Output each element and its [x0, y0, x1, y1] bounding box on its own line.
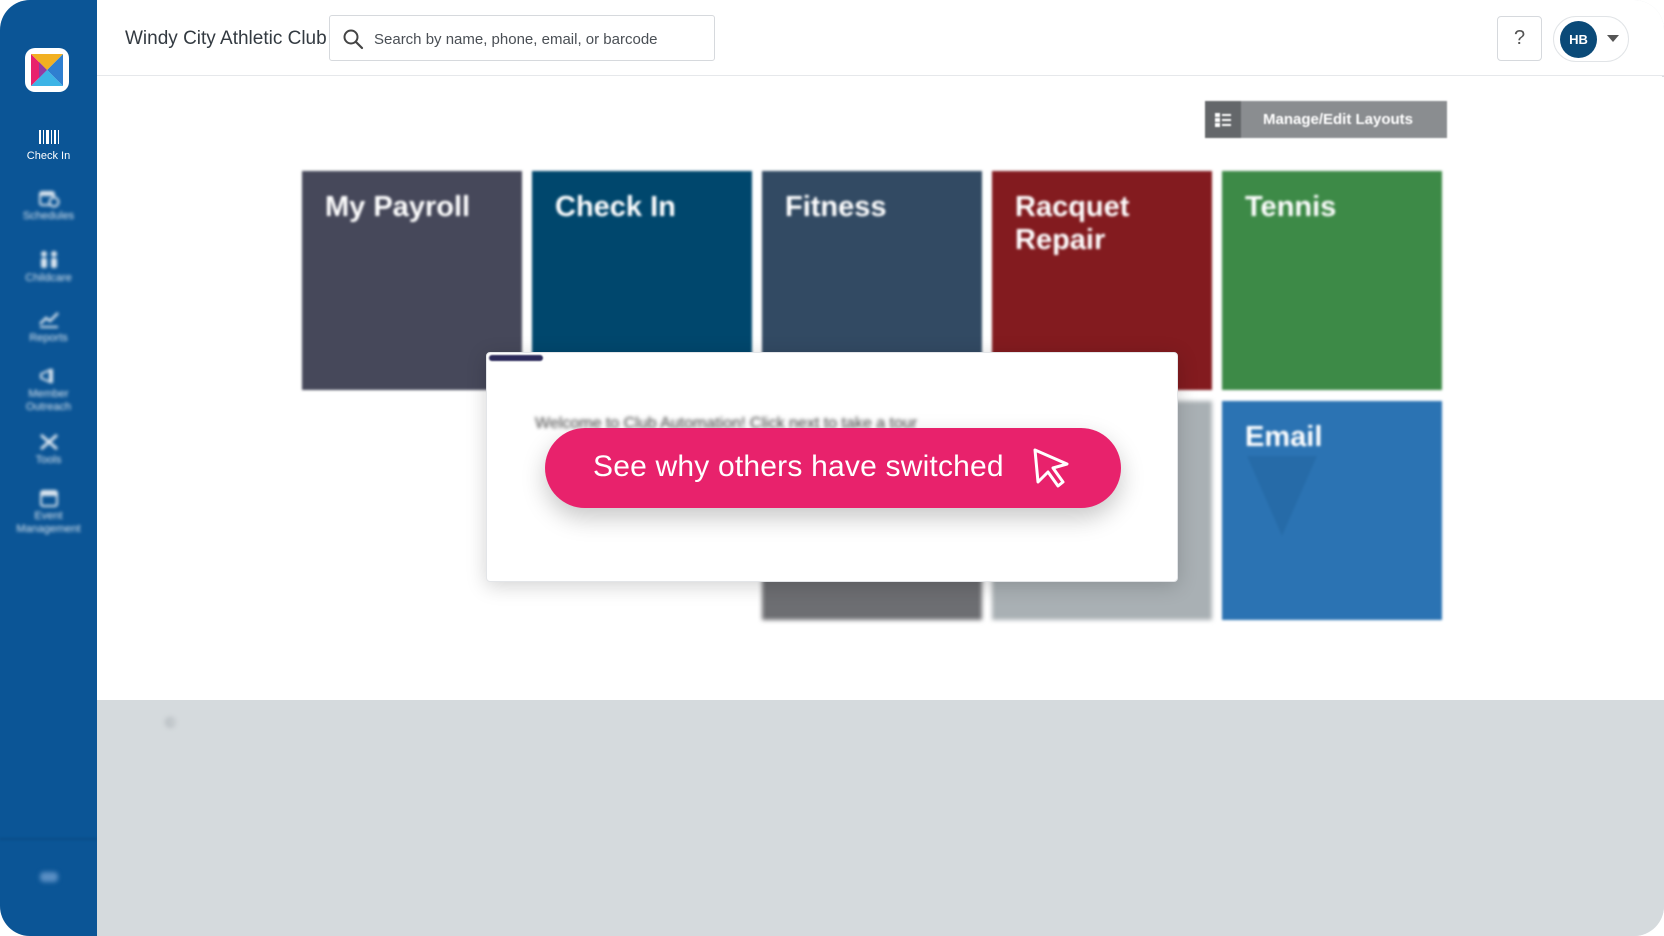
tile-tennis[interactable]: Tennis	[1222, 171, 1442, 390]
sidebar-item-label: Childcare	[25, 272, 72, 284]
tile-label: My Payroll	[325, 191, 471, 223]
privacy-link[interactable]	[1405, 714, 1495, 728]
club-name: Windy City Athletic Club	[125, 28, 327, 49]
footer: ©	[97, 700, 1664, 936]
sidebar-item-childcare[interactable]: Childcare	[0, 250, 97, 285]
calendar-clock-icon	[38, 191, 59, 208]
sidebar-item-label: Tools	[35, 454, 62, 466]
settings-icon	[39, 872, 58, 882]
chevron-down-icon	[1607, 35, 1619, 42]
sidebar-item-event-management[interactable]: Event Management	[0, 488, 97, 536]
cursor-pointer-icon	[1033, 448, 1069, 488]
sidebar-divider	[0, 838, 97, 840]
barcode-icon	[38, 130, 59, 144]
app-logo[interactable]	[25, 48, 69, 92]
sidebar-item-label: Reports	[29, 332, 68, 344]
sidebar-item-label: Schedules	[22, 210, 75, 222]
manage-layouts-label: Manage/Edit Layouts	[1263, 111, 1414, 128]
sidebar-bottom-item[interactable]	[0, 866, 97, 888]
tile-label: Tennis	[1245, 191, 1337, 223]
sidebar-item-label: Event Management	[16, 510, 81, 535]
megaphone-icon	[39, 368, 53, 384]
copyright-text: ©	[165, 714, 176, 730]
tile-label: Racquet Repair	[1015, 191, 1130, 256]
manage-layouts-button[interactable]: Manage/Edit Layouts	[1205, 101, 1447, 138]
sidebar-item-member-outreach[interactable]: Member Outreach	[0, 366, 97, 414]
tile-email[interactable]: Email	[1222, 401, 1442, 620]
top-header: Windy City Athletic Club ? HB	[97, 0, 1664, 76]
search-input[interactable]	[374, 24, 704, 54]
app-window: Check In Schedules Childcare Reports Mem…	[0, 0, 1664, 936]
sidebar-item-label: Check In	[26, 150, 71, 162]
tile-label: Fitness	[785, 191, 887, 223]
family-icon	[40, 251, 57, 268]
search-box[interactable]	[329, 15, 715, 61]
help-button[interactable]: ?	[1497, 16, 1542, 61]
terms-link[interactable]	[1238, 714, 1378, 728]
sidebar-item-tools[interactable]: Tools	[0, 432, 97, 467]
sidebar: Check In Schedules Childcare Reports Mem…	[0, 0, 97, 936]
sidebar-item-reports[interactable]: Reports	[0, 310, 97, 345]
sidebar-item-label: Member Outreach	[25, 388, 72, 413]
user-menu[interactable]: HB	[1553, 16, 1629, 62]
avatar: HB	[1560, 21, 1597, 58]
chart-icon	[38, 312, 59, 328]
search-icon	[343, 29, 364, 50]
tile-label: Check In	[555, 191, 676, 223]
tile-label: Email	[1245, 421, 1323, 453]
sidebar-item-schedules[interactable]: Schedules	[0, 188, 97, 223]
tour-progress-bar	[489, 355, 543, 361]
sidebar-item-check-in[interactable]: Check In	[0, 126, 97, 163]
cta-label: See why others have switched	[593, 450, 1004, 483]
event-calendar-icon	[39, 490, 58, 507]
see-why-switched-button[interactable]: See why others have switched	[545, 428, 1121, 508]
app-logo-icon	[31, 54, 63, 86]
layout-list-icon	[1205, 101, 1241, 138]
dropdown-pointer-icon	[1247, 456, 1317, 536]
tools-icon	[39, 433, 58, 451]
